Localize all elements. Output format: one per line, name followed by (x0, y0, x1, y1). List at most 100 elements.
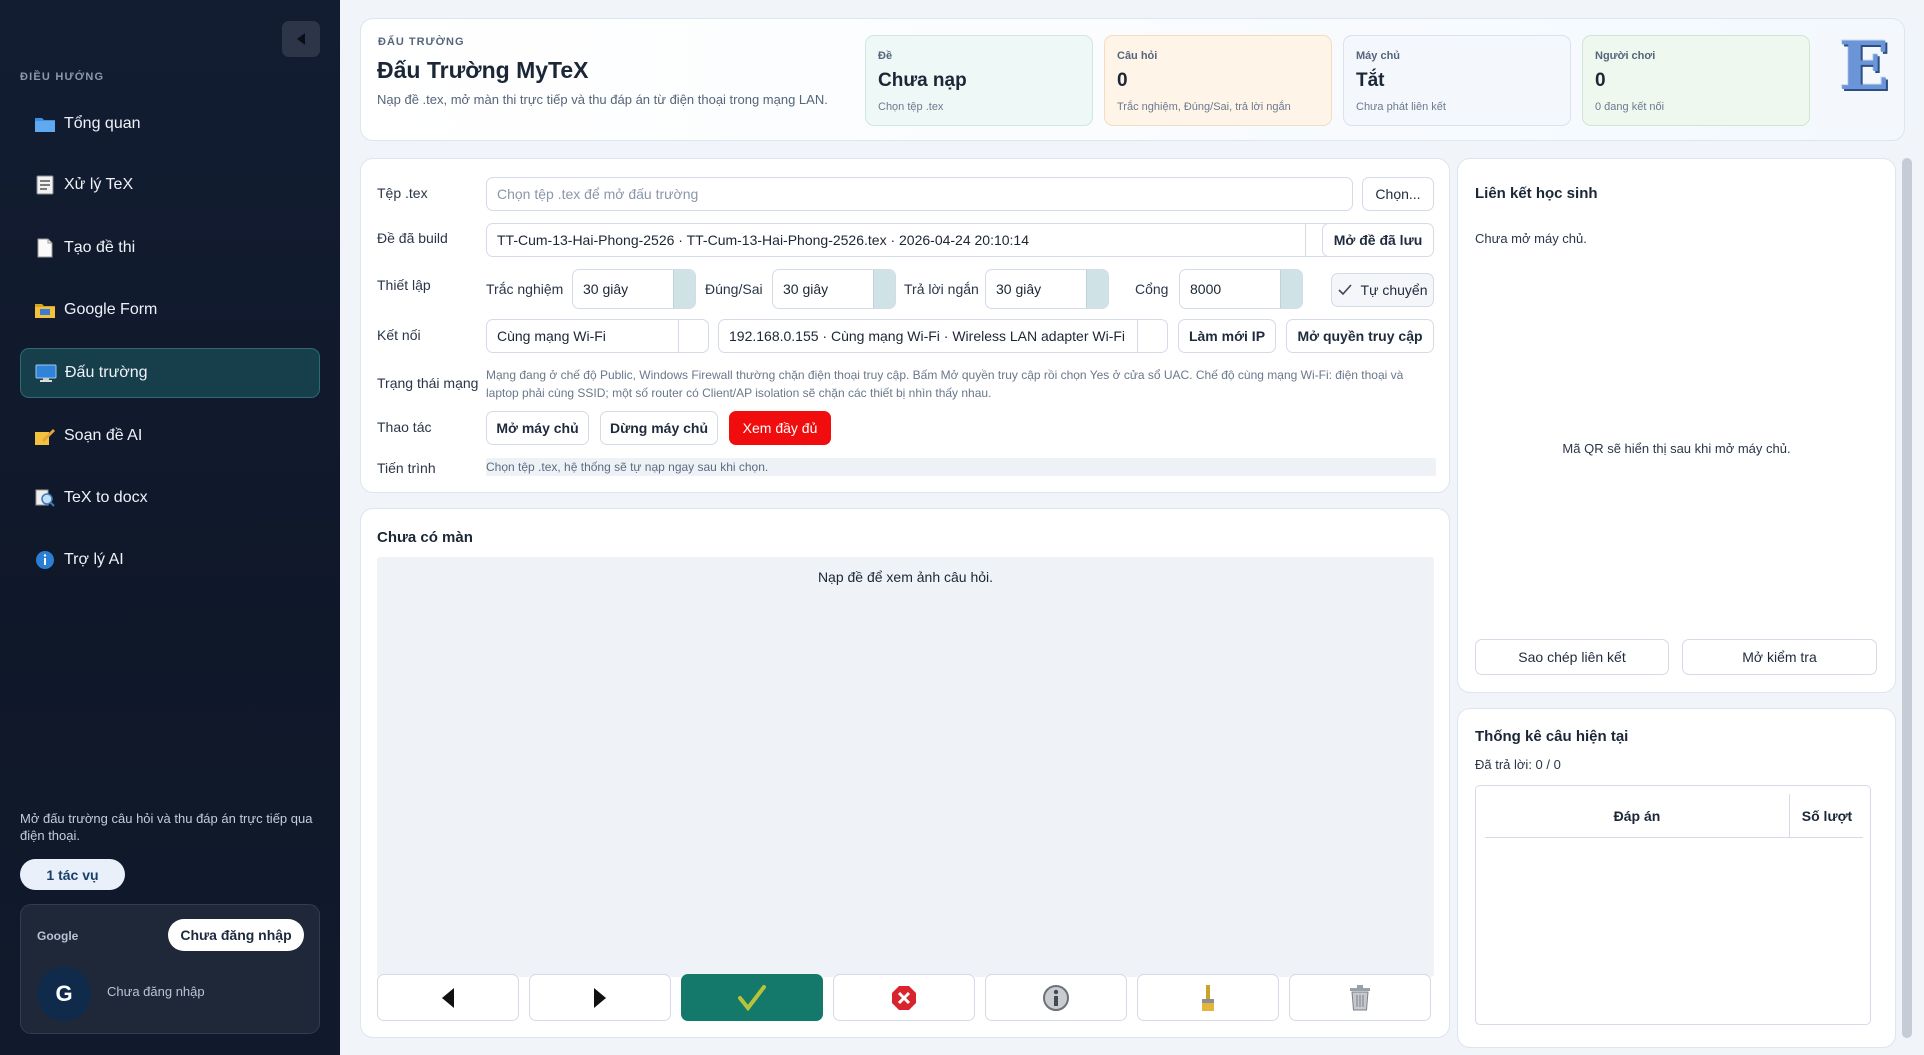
settings-label: Thiết lập (377, 277, 431, 293)
google-label: Google (37, 929, 79, 943)
spinner-icon[interactable] (673, 270, 695, 308)
open-saved-button[interactable]: Mở đề đã lưu (1322, 223, 1434, 257)
mc-time-spinner[interactable]: 30 giây (572, 269, 696, 309)
scrollbar[interactable] (1902, 158, 1912, 1038)
built-exam-select[interactable]: TT-Cum-13-Hai-Phong-2526 · TT-Cum-13-Hai… (486, 223, 1336, 257)
port-spinner[interactable]: 8000 (1179, 269, 1303, 309)
prev-button[interactable] (377, 974, 519, 1021)
progress-text: Chọn tệp .tex, hệ thống sẽ tự nạp ngay s… (486, 458, 1436, 476)
info-icon (1043, 984, 1069, 1011)
column-header-answer[interactable]: Đáp án (1485, 794, 1790, 838)
reveal-answer-button[interactable] (681, 974, 823, 1021)
spinner-icon[interactable] (1280, 270, 1302, 308)
stop-server-button[interactable]: Dừng máy chủ (600, 411, 718, 445)
next-icon (594, 987, 606, 1008)
sidebar-item-arena[interactable]: Đấu trường (20, 348, 320, 398)
stat-card-players: Người chơi 0 0 đang kết nối (1582, 35, 1810, 126)
page-header: ĐẤU TRƯỜNG Đấu Trường MyTeX Nạp đề .tex,… (360, 18, 1905, 141)
ip-select[interactable]: 192.168.0.155 · Cùng mạng Wi-Fi · Wirele… (718, 319, 1168, 353)
stat-sub: 0 đang kết nối (1595, 101, 1665, 113)
sidebar-item-label: Tạo đề thi (64, 239, 136, 256)
collapse-sidebar-button[interactable] (282, 21, 320, 57)
stat-label: Người chơi (1595, 50, 1656, 62)
sidebar-item-tex-to-docx[interactable]: TeX to docx (20, 473, 320, 523)
copy-link-button[interactable]: Sao chép liên kết (1475, 639, 1669, 675)
progress-label: Tiến trình (377, 460, 436, 476)
folder-icon (34, 113, 56, 135)
column-header-count[interactable]: Số lượt (1791, 794, 1863, 838)
auto-advance-checkbox[interactable]: Tự chuyển (1331, 273, 1434, 307)
stat-card-server: Máy chủ Tắt Chưa phát liên kết (1343, 35, 1571, 126)
qr-title: Liên kết học sinh (1475, 185, 1598, 202)
start-server-button[interactable]: Mở máy chủ (486, 411, 589, 445)
fullscreen-button[interactable]: Xem đầy đủ (729, 411, 831, 445)
folder-icon (34, 299, 56, 321)
sidebar-item-create-exam[interactable]: Tạo đề thi (20, 223, 320, 273)
app-logo: E (1839, 27, 1890, 105)
stats-table: Đáp án Số lượt (1475, 785, 1871, 1025)
brush-button[interactable] (1137, 974, 1279, 1021)
stat-label: Đề (878, 50, 893, 62)
sidebar-item-label: Đấu trường (65, 364, 148, 381)
short-label: Trả lời ngắn (904, 281, 979, 297)
connect-mode-select[interactable]: Cùng mạng Wi-Fi (486, 319, 709, 353)
actions-label: Thao tác (377, 419, 432, 435)
choose-file-button[interactable]: Chọn... (1362, 177, 1434, 211)
page-icon (34, 237, 56, 259)
sidebar: ĐIỀU HƯỚNG Tổng quan Xử lý TeX Tạo đề th… (0, 0, 340, 1055)
sidebar-item-label: Xử lý TeX (64, 176, 134, 193)
sidebar-item-label: TeX to docx (64, 489, 148, 506)
stat-value: Chưa nạp (878, 70, 967, 91)
next-button[interactable] (529, 974, 671, 1021)
stat-sub: Trắc nghiệm, Đúng/Sai, trả lời ngắn (1117, 101, 1291, 113)
connect-label: Kết nối (377, 327, 421, 343)
google-login-button[interactable]: Chưa đăng nhập (168, 919, 304, 951)
refresh-ip-button[interactable]: Làm mới IP (1178, 319, 1276, 353)
built-exam-value: TT-Cum-13-Hai-Phong-2526 · TT-Cum-13-Hai… (497, 232, 1030, 248)
tex-file-input[interactable]: Chọn tệp .tex để mở đấu trường (486, 177, 1353, 211)
stat-value: Tắt (1356, 70, 1385, 91)
short-time-spinner[interactable]: 30 giây (985, 269, 1109, 309)
page-eyebrow: ĐẤU TRƯỜNG (378, 36, 465, 48)
sidebar-item-overview[interactable]: Tổng quan (20, 99, 320, 149)
sidebar-item-ai-compose[interactable]: Soạn đề AI (20, 411, 320, 461)
sidebar-item-label: Tổng quan (64, 115, 141, 132)
prev-icon (442, 987, 454, 1008)
pencil-icon (34, 425, 56, 447)
magnifier-icon (34, 487, 56, 509)
open-access-button[interactable]: Mở quyền truy cập (1286, 319, 1434, 353)
tf-time-spinner[interactable]: 30 giây (772, 269, 896, 309)
port-value: 8000 (1190, 281, 1222, 297)
sidebar-item-tex[interactable]: Xử lý TeX (20, 160, 320, 210)
task-pill[interactable]: 1 tác vụ (20, 859, 125, 890)
tf-time-value: 30 giây (783, 281, 829, 297)
page-subtitle: Nạp đề .tex, mở màn thi trực tiếp và thu… (377, 92, 828, 107)
scrollbar-thumb[interactable] (1902, 158, 1912, 1038)
sidebar-item-google-form[interactable]: Google Form (20, 285, 320, 335)
page-title: Đấu Trường MyTeX (377, 57, 589, 83)
check-icon (1337, 284, 1352, 296)
stat-card-exam: Đề Chưa nạp Chọn tệp .tex (865, 35, 1093, 126)
info-button[interactable] (985, 974, 1127, 1021)
spinner-icon[interactable] (873, 270, 895, 308)
dropdown-icon (678, 320, 708, 352)
mc-time-value: 30 giây (583, 281, 629, 297)
close-question-button[interactable] (833, 974, 975, 1021)
monitor-icon (35, 362, 57, 384)
stat-sub: Chọn tệp .tex (878, 101, 944, 113)
stat-label: Câu hỏi (1117, 50, 1158, 62)
close-icon (892, 985, 916, 1010)
viewer-panel: Chưa có màn Nạp đề để xem ảnh câu hỏi. (360, 508, 1450, 1038)
open-check-button[interactable]: Mở kiểm tra (1682, 639, 1877, 675)
brush-icon (1202, 984, 1214, 1011)
connect-mode-value: Cùng mạng Wi-Fi (497, 328, 606, 344)
spinner-icon[interactable] (1086, 270, 1108, 308)
table-header: Đáp án Số lượt (1485, 794, 1863, 838)
answered-count: Đã trả lời: 0 / 0 (1475, 757, 1561, 772)
stat-value: 0 (1117, 70, 1128, 91)
sidebar-item-ai-assistant[interactable]: Trợ lý AI (20, 535, 320, 585)
built-label: Đề đã build (377, 230, 448, 246)
stats-title: Thống kê câu hiện tại (1475, 728, 1629, 745)
sidebar-description: Mở đấu trường câu hỏi và thu đáp án trực… (20, 811, 313, 843)
delete-button[interactable] (1289, 974, 1431, 1021)
